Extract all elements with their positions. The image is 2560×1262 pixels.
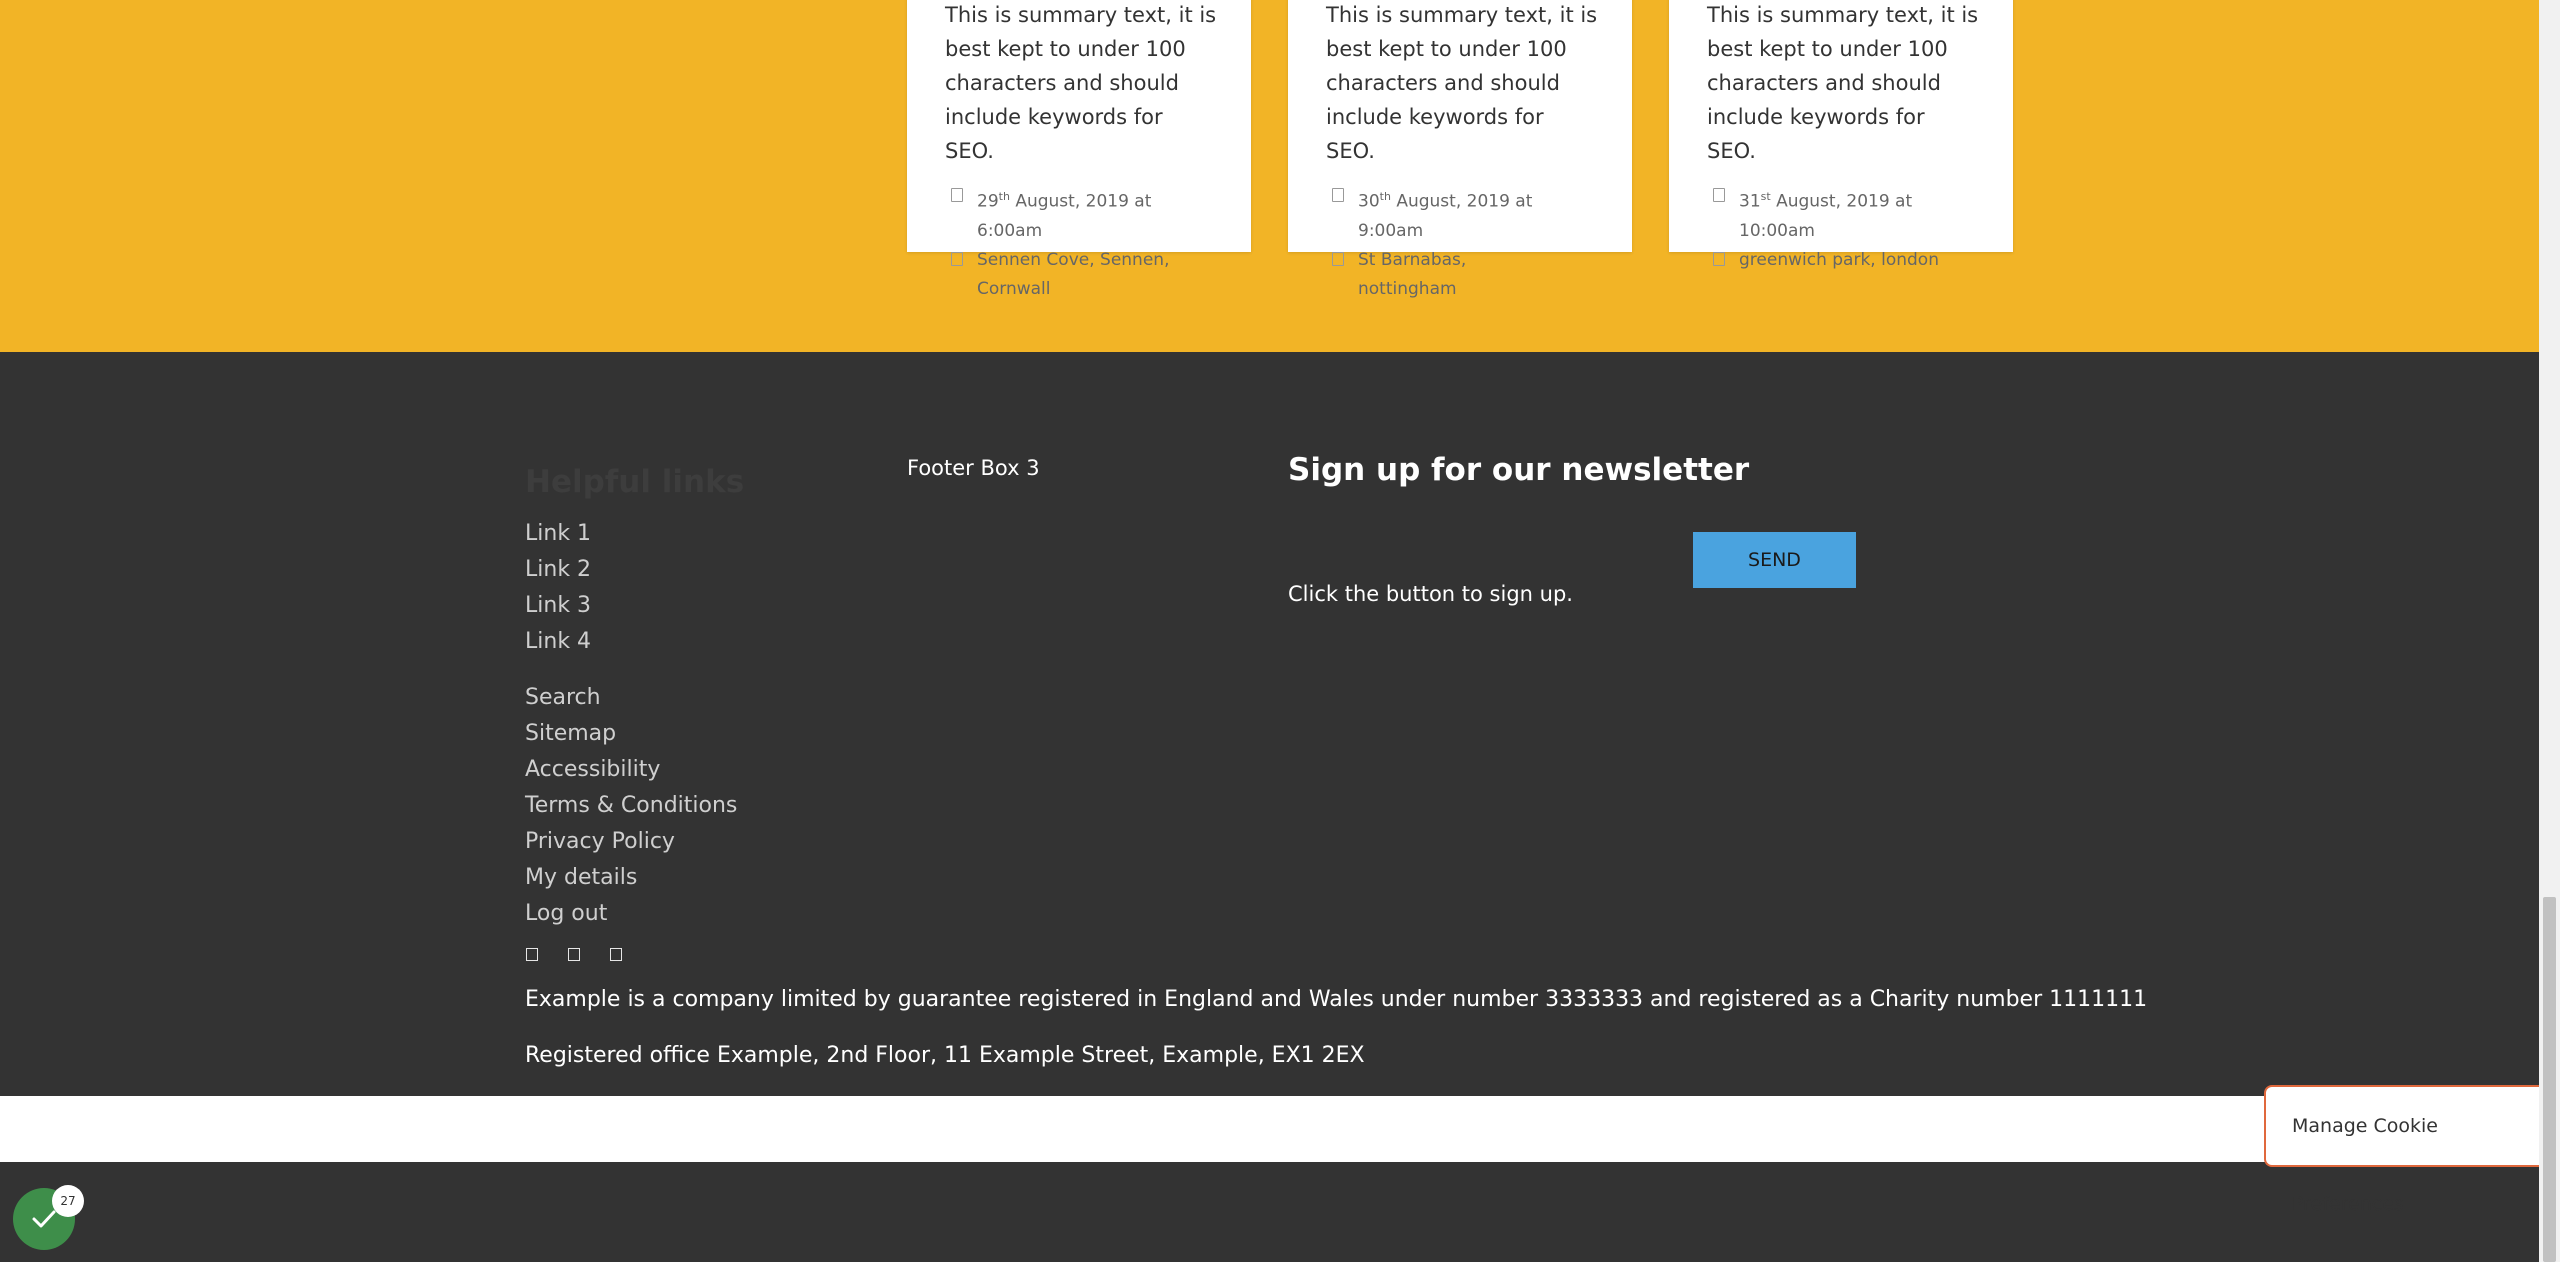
newsletter-hint: Click the button to sign up. — [1288, 582, 1573, 606]
social-links — [526, 948, 622, 961]
footer-link-2[interactable]: Link 2 — [525, 552, 591, 588]
event-date-day: 29 — [977, 191, 999, 212]
footer-link-1[interactable]: Link 1 — [525, 516, 591, 552]
footer-link-terms[interactable]: Terms & Conditions — [525, 788, 737, 824]
event-date-row: 30th August, 2019 at 9:00am — [1326, 182, 1594, 246]
event-meta: 29th August, 2019 at 6:00am Sennen Cove,… — [945, 182, 1213, 304]
event-date-suffix: th — [998, 190, 1010, 203]
footer-link-accessibility[interactable]: Accessibility — [525, 752, 737, 788]
helpful-links-heading: Helpful links — [525, 464, 745, 500]
event-location: Sennen Cove, Sennen, Cornwall — [977, 249, 1170, 299]
newsletter-send-button[interactable]: SEND — [1693, 532, 1856, 588]
utility-links-list: Search Sitemap Accessibility Terms & Con… — [525, 680, 737, 932]
event-summary: This is summary text, it is best kept to… — [1326, 3, 1598, 163]
event-card[interactable]: This is summary text, it is best kept to… — [1288, 0, 1632, 299]
site-footer: Helpful links Link 1 Link 2 Link 3 Link … — [0, 352, 2539, 1096]
footer-link-my-details[interactable]: My details — [525, 860, 737, 896]
footer-box-3: Footer Box 3 — [907, 456, 1040, 480]
white-strip — [0, 1096, 2539, 1162]
event-card[interactable]: This is summary text, it is best kept to… — [907, 0, 1251, 299]
instagram-icon[interactable] — [610, 948, 622, 961]
event-date-day: 31 — [1739, 191, 1761, 212]
event-location: greenwich park, london — [1739, 249, 1939, 270]
events-section: This is summary text, it is best kept to… — [0, 0, 2539, 352]
page: This is summary text, it is best kept to… — [0, 0, 2560, 1262]
event-meta: 30th August, 2019 at 9:00am St Barnabas,… — [1326, 182, 1594, 304]
calendar-icon — [1713, 188, 1725, 202]
scrollbar-thumb[interactable] — [2543, 897, 2556, 1262]
event-location-row: St Barnabas, nottingham — [1326, 246, 1594, 304]
main-area: This is summary text, it is best kept to… — [0, 0, 2539, 1262]
checkmark-icon — [32, 1210, 56, 1228]
event-date-suffix: th — [1379, 190, 1391, 203]
event-location-row: greenwich park, london — [1707, 246, 1975, 275]
twitter-icon[interactable] — [568, 948, 580, 961]
notification-count-badge: 27 — [52, 1185, 84, 1217]
vertical-scrollbar[interactable] — [2539, 0, 2560, 1262]
event-location-row: Sennen Cove, Sennen, Cornwall — [945, 246, 1213, 304]
location-pin-icon — [1713, 251, 1725, 266]
location-pin-icon — [951, 251, 963, 266]
calendar-icon — [1332, 188, 1344, 202]
footer-link-log-out[interactable]: Log out — [525, 896, 737, 932]
event-date: 31st August, 2019 at 10:00am — [1739, 182, 1975, 246]
facebook-icon[interactable] — [526, 948, 538, 961]
event-date-row: 29th August, 2019 at 6:00am — [945, 182, 1213, 246]
company-registration-text: Example is a company limited by guarante… — [525, 987, 2148, 1012]
bottom-area — [0, 1162, 2539, 1262]
footer-link-search[interactable]: Search — [525, 680, 737, 716]
event-date: 30th August, 2019 at 9:00am — [1358, 182, 1594, 246]
event-date-row: 31st August, 2019 at 10:00am — [1707, 182, 1975, 246]
event-summary: This is summary text, it is best kept to… — [1707, 3, 1979, 163]
helpful-links-list: Link 1 Link 2 Link 3 Link 4 — [525, 516, 591, 660]
footer-link-4[interactable]: Link 4 — [525, 624, 591, 660]
footer-link-3[interactable]: Link 3 — [525, 588, 591, 624]
event-meta: 31st August, 2019 at 10:00am greenwich p… — [1707, 182, 1975, 275]
footer-link-sitemap[interactable]: Sitemap — [525, 716, 737, 752]
event-date-day: 30 — [1358, 191, 1380, 212]
newsletter-heading: Sign up for our newsletter — [1288, 452, 1750, 488]
event-date-suffix: st — [1760, 190, 1771, 203]
event-location: St Barnabas, nottingham — [1358, 249, 1467, 299]
calendar-icon — [951, 188, 963, 202]
manage-cookie-preferences-button[interactable]: Manage Cookie Preferences — [2264, 1085, 2539, 1215]
footer-link-privacy[interactable]: Privacy Policy — [525, 824, 737, 860]
registered-office-text: Registered office Example, 2nd Floor, 11… — [525, 1043, 1365, 1068]
location-pin-icon — [1332, 251, 1344, 266]
event-date: 29th August, 2019 at 6:00am — [977, 182, 1213, 246]
event-summary: This is summary text, it is best kept to… — [945, 3, 1217, 163]
event-card[interactable]: This is summary text, it is best kept to… — [1669, 0, 2013, 270]
